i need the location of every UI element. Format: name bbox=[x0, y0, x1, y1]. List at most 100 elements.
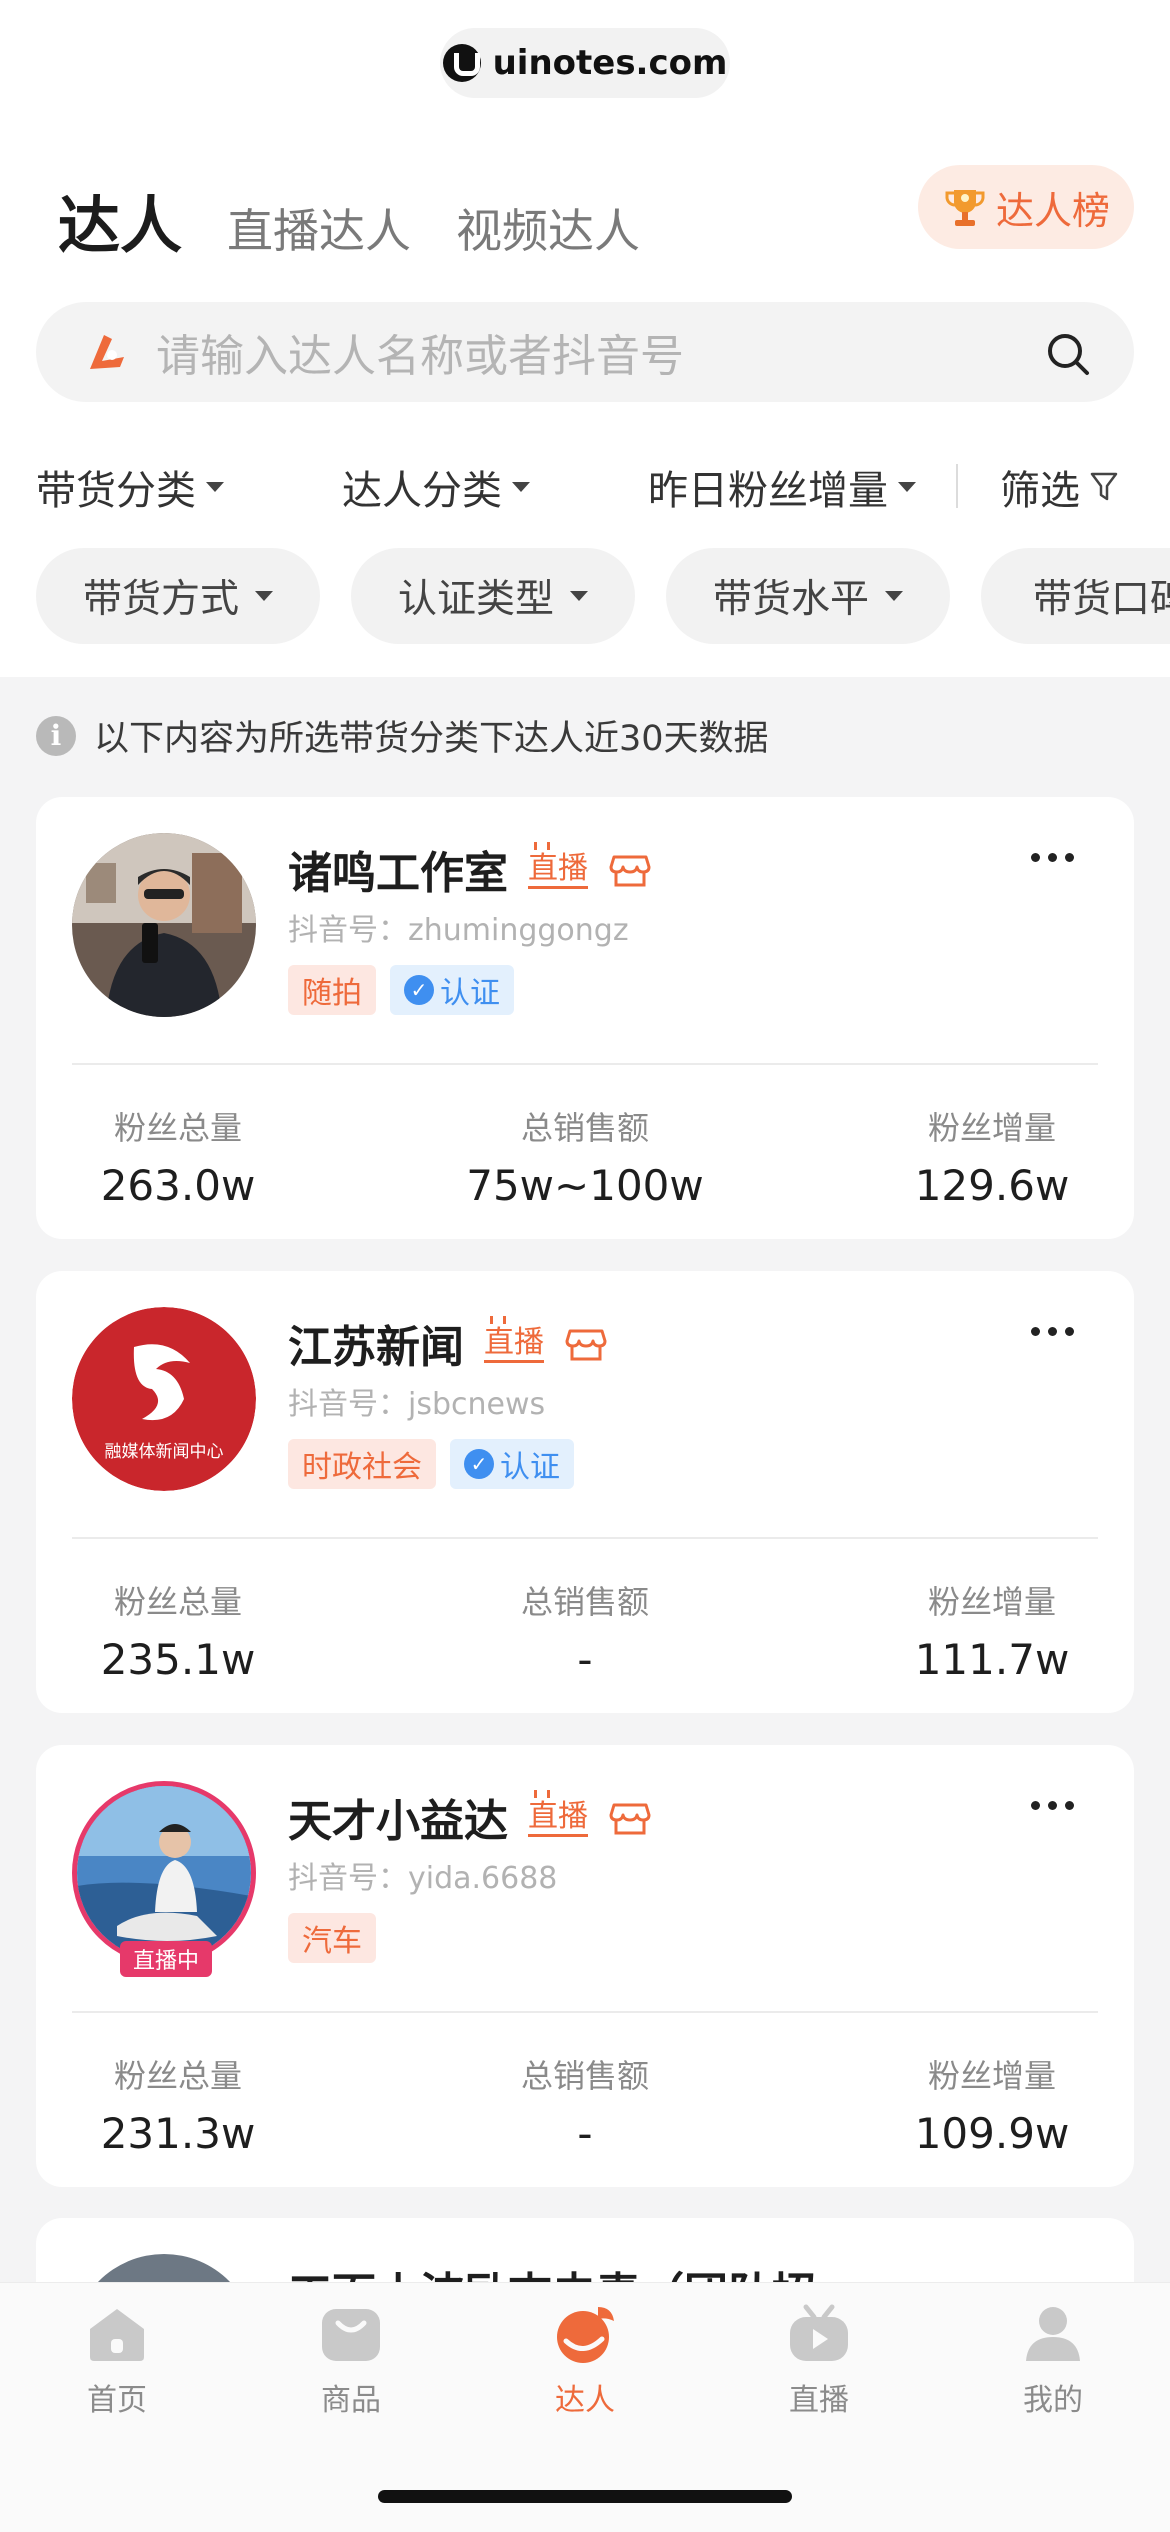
nav-live[interactable]: 直播 bbox=[739, 2303, 899, 2419]
more-icon[interactable] bbox=[1031, 1327, 1074, 1336]
home-icon bbox=[90, 2309, 144, 2361]
nav-influencer[interactable]: 达人 bbox=[505, 2303, 665, 2419]
stat-fans-total: 粉丝总量 263.0w bbox=[8, 1103, 348, 1210]
card-divider bbox=[72, 2011, 1098, 2013]
influencer-card[interactable]: 诸鸣工作室 直播 抖音号：zhuminggongz 随拍 ✓ 认证 粉丝总量 2… bbox=[36, 797, 1134, 1239]
caret-down-icon bbox=[206, 482, 224, 492]
stat-value: 129.6w bbox=[914, 1161, 1070, 1210]
filter-button-label: 筛选 bbox=[1000, 468, 1080, 514]
store-icon bbox=[565, 1329, 607, 1361]
stat-fans-total: 粉丝总量 235.1w bbox=[8, 1577, 348, 1684]
live-now-badge: 直播中 bbox=[120, 1941, 212, 1977]
url-text: uinotes.com bbox=[492, 43, 728, 83]
stat-label: 总销售额 bbox=[520, 2057, 649, 2095]
nav-home[interactable]: 首页 bbox=[37, 2303, 197, 2419]
url-bar[interactable]: uinotes.com bbox=[440, 28, 730, 98]
influencer-card[interactable]: 融媒体新闻中心 江苏新闻 直播 抖音号：jsbcnews 时政社会 ✓ 认证 粉… bbox=[36, 1271, 1134, 1713]
stat-total-sales: 总销售额 - bbox=[415, 2051, 755, 2158]
caret-down-icon bbox=[898, 482, 916, 492]
stat-value: - bbox=[577, 1635, 593, 1684]
more-icon[interactable] bbox=[1031, 853, 1074, 862]
data-notice: i 以下内容为所选带货分类下达人近30天数据 bbox=[36, 710, 769, 761]
rank-button[interactable]: 达人榜 bbox=[918, 165, 1134, 249]
home-indicator[interactable] bbox=[378, 2490, 792, 2503]
stat-value: 75w~100w bbox=[466, 1161, 704, 1210]
badges: 随拍 ✓ 认证 bbox=[288, 965, 514, 1015]
chip-sales-level[interactable]: 带货水平 bbox=[666, 548, 950, 644]
filter-influencer-category[interactable]: 达人分类 bbox=[342, 458, 530, 516]
filter-row: 带货分类 达人分类 昨日粉丝增量 筛选 bbox=[36, 458, 1170, 518]
influencer-name: 诸鸣工作室 bbox=[288, 848, 508, 899]
category-badge: 随拍 bbox=[288, 965, 376, 1015]
cert-badge: ✓ 认证 bbox=[390, 965, 514, 1015]
cert-label: 认证 bbox=[440, 976, 500, 1011]
stat-label: 粉丝总量 bbox=[113, 2057, 242, 2095]
name-line: 诸鸣工作室 直播 bbox=[288, 837, 652, 901]
nav-live-label: 直播 bbox=[789, 2383, 849, 2418]
filter-fans-increase-label: 昨日粉丝增量 bbox=[648, 468, 888, 514]
site-logo-icon bbox=[442, 44, 481, 82]
caret-down-icon bbox=[570, 591, 588, 601]
influencer-card[interactable]: 直播中 天才小益达 直播 抖音号：yida.6688 汽车 粉丝总量 231.3… bbox=[36, 1745, 1134, 2187]
tab-influencer[interactable]: 达人 bbox=[58, 175, 182, 265]
influencer-icon bbox=[557, 2307, 614, 2363]
influencer-name: 江苏新闻 bbox=[288, 1322, 464, 1373]
nav-goods[interactable]: 商品 bbox=[271, 2303, 431, 2419]
stat-value: 109.9w bbox=[914, 2109, 1070, 2158]
avatar bbox=[72, 1781, 256, 1965]
chip-sales-level-label: 带货水平 bbox=[712, 577, 869, 622]
stat-value: 111.7w bbox=[914, 1635, 1070, 1684]
card-divider bbox=[72, 1063, 1098, 1065]
stat-fans-total: 粉丝总量 231.3w bbox=[8, 2051, 348, 2158]
chip-sales-method-label: 带货方式 bbox=[82, 577, 239, 622]
badges: 汽车 bbox=[288, 1913, 376, 1963]
stat-label: 粉丝增量 bbox=[927, 2057, 1056, 2095]
douyin-id: 抖音号：jsbcnews bbox=[288, 1387, 546, 1422]
stat-label: 总销售额 bbox=[520, 1583, 649, 1621]
nav-influencer-label: 达人 bbox=[555, 2383, 615, 2418]
search-placeholder: 请输入达人名称或者抖音号 bbox=[156, 331, 684, 382]
bag-icon bbox=[322, 2309, 380, 2361]
check-icon: ✓ bbox=[404, 975, 434, 1005]
top-tabs: 达人 直播达人 视频达人 bbox=[58, 175, 640, 265]
trophy-icon bbox=[945, 190, 985, 226]
info-icon: i bbox=[36, 715, 76, 756]
chip-cert-type[interactable]: 认证类型 bbox=[351, 548, 635, 644]
live-tag-icon: 直播 bbox=[528, 850, 588, 889]
cert-badge: ✓ 认证 bbox=[450, 1439, 574, 1489]
filter-goods-category[interactable]: 带货分类 bbox=[36, 458, 224, 516]
search-bar[interactable]: 请输入达人名称或者抖音号 bbox=[36, 302, 1134, 402]
chip-sales-reputation[interactable]: 带货口碑 bbox=[981, 548, 1170, 644]
notice-text: 以下内容为所选带货分类下达人近30天数据 bbox=[94, 719, 769, 759]
stat-value: - bbox=[577, 2109, 593, 2158]
tab-live-influencer[interactable]: 直播达人 bbox=[227, 195, 411, 261]
filter-button[interactable]: 筛选 bbox=[1000, 458, 1118, 516]
caret-down-icon bbox=[885, 591, 903, 601]
filter-goods-category-label: 带货分类 bbox=[36, 468, 196, 514]
more-icon[interactable] bbox=[1031, 1801, 1074, 1810]
stat-value: 231.3w bbox=[100, 2109, 256, 2158]
filter-fans-increase[interactable]: 昨日粉丝增量 bbox=[648, 458, 916, 516]
filter-influencer-category-label: 达人分类 bbox=[342, 468, 502, 514]
stat-value: 263.0w bbox=[100, 1161, 256, 1210]
douyin-logo-icon bbox=[90, 335, 124, 369]
tab-video-influencer[interactable]: 视频达人 bbox=[456, 195, 640, 261]
avatar-text: 融媒体新闻中心 bbox=[105, 1442, 224, 1462]
stat-fans-increase: 粉丝增量 109.9w bbox=[822, 2051, 1162, 2158]
avatar bbox=[72, 833, 256, 1017]
live-tag-icon: 直播 bbox=[484, 1324, 544, 1363]
nav-mine[interactable]: 我的 bbox=[973, 2303, 1133, 2419]
chip-sales-method[interactable]: 带货方式 bbox=[36, 548, 320, 644]
avatar: 融媒体新闻中心 bbox=[72, 1307, 256, 1491]
stat-fans-increase: 粉丝增量 129.6w bbox=[822, 1103, 1162, 1210]
stat-label: 粉丝增量 bbox=[927, 1583, 1056, 1621]
influencer-name: 天才小益达 bbox=[288, 1796, 508, 1847]
caret-down-icon bbox=[512, 482, 530, 492]
search-icon[interactable] bbox=[1046, 332, 1090, 376]
douyin-id: 抖音号：zhuminggongz bbox=[288, 913, 629, 948]
name-line: 天才小益达 直播 bbox=[288, 1785, 652, 1849]
stat-total-sales: 总销售额 75w~100w bbox=[415, 1103, 755, 1210]
stat-total-sales: 总销售额 - bbox=[415, 1577, 755, 1684]
live-tag-icon: 直播 bbox=[528, 1798, 588, 1837]
chip-cert-type-label: 认证类型 bbox=[397, 577, 554, 622]
